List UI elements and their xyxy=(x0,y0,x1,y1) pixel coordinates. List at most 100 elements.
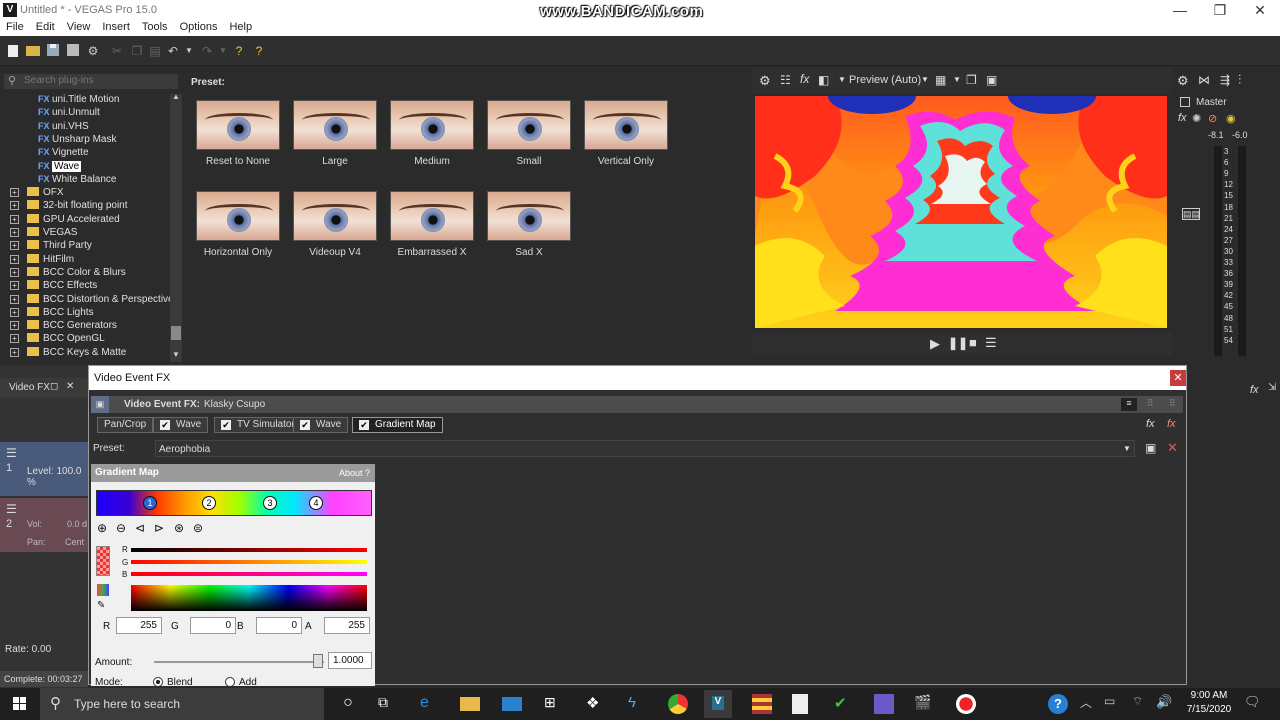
lightning-app-icon[interactable]: ϟ xyxy=(628,694,648,714)
plugin-folder-item[interactable]: + HitFilm xyxy=(10,253,74,267)
preset-label[interactable]: Reset to None xyxy=(188,156,288,167)
master-fader-handle[interactable]: ▤▤ xyxy=(1182,208,1200,220)
menu-tools[interactable]: Tools xyxy=(136,20,174,33)
wifi-icon[interactable]: ⌔ xyxy=(1132,694,1152,714)
master-select-checkbox[interactable] xyxy=(1180,97,1190,107)
expand-icon[interactable]: + xyxy=(10,241,19,251)
track2-menu-icon[interactable]: ☰ xyxy=(6,502,17,516)
preset-thumbnail[interactable] xyxy=(196,191,280,241)
video-editor-icon[interactable]: 🎬 xyxy=(914,694,934,714)
expand-icon[interactable]: + xyxy=(10,294,19,304)
expand-icon[interactable]: + xyxy=(10,334,19,344)
preset-thumbnail[interactable] xyxy=(390,191,474,241)
tile-view-icon[interactable]: ⠿ xyxy=(1169,398,1176,409)
chain-view-icon[interactable]: ≡ xyxy=(1121,398,1137,411)
remove-fx-icon[interactable]: fx xyxy=(1167,418,1176,430)
save-icon[interactable] xyxy=(46,44,60,58)
timeline-fx-icon[interactable]: fx xyxy=(1250,384,1259,396)
cut-icon[interactable]: ✂ xyxy=(110,44,124,58)
remove-stop-icon[interactable]: ⊖ xyxy=(116,521,126,535)
mail-icon[interactable] xyxy=(502,697,522,711)
preset-thumbnail[interactable] xyxy=(390,100,474,150)
gradient-stop-marker[interactable]: 2 xyxy=(202,496,216,510)
mixer-sliders-icon[interactable]: ⫶ xyxy=(1238,72,1241,88)
master-solo-icon[interactable]: ◉ xyxy=(1226,112,1236,125)
close-window-button[interactable]: ✕ xyxy=(1240,1,1280,19)
plugin-fx-item[interactable]: FX White Balance xyxy=(38,174,116,187)
plugin-fx-item[interactable]: FX uni.Title Motion xyxy=(38,94,119,107)
expand-icon[interactable]: + xyxy=(10,214,19,224)
downmix-icon[interactable]: ⇶ xyxy=(1220,73,1230,87)
master-automation-icon[interactable]: ✺ xyxy=(1192,112,1201,125)
winrar-icon[interactable] xyxy=(752,694,772,714)
cortana-icon[interactable]: ○ xyxy=(338,694,358,714)
rgba-value-field[interactable]: 0 xyxy=(190,617,236,634)
clock-time[interactable]: 9:00 AM xyxy=(1186,690,1232,701)
expand-icon[interactable]: + xyxy=(10,321,19,331)
move-stop-right-icon[interactable]: ⊳ xyxy=(154,521,164,535)
preview-quality-dropdown[interactable]: Preview (Auto) xyxy=(849,74,921,86)
redo-icon[interactable]: ↷ xyxy=(200,44,214,58)
chrome-icon[interactable] xyxy=(668,694,688,714)
expand-icon[interactable]: + xyxy=(10,228,19,237)
color-picker-icon[interactable] xyxy=(97,584,109,596)
rgba-value-field[interactable]: 255 xyxy=(324,617,370,634)
undo-icon[interactable]: ↶ xyxy=(166,44,180,58)
copy-snapshot-icon[interactable]: ❐ xyxy=(966,73,977,87)
plugin-fx-item[interactable]: FX Unsharp Mask xyxy=(38,134,116,147)
fx-chain-button[interactable]: Pan/Crop xyxy=(97,417,154,433)
master-fx-icon[interactable]: fx xyxy=(1178,112,1187,124)
reverse-stops-icon[interactable]: ⊜ xyxy=(193,521,203,535)
preview-properties-icon[interactable]: ☷ xyxy=(780,73,791,87)
start-button[interactable] xyxy=(0,688,40,720)
about-link[interactable]: About xyxy=(339,468,363,478)
menu-insert[interactable]: Insert xyxy=(96,20,136,33)
redo-dropdown-icon[interactable]: ▼ xyxy=(216,44,230,58)
bandicam-record-icon[interactable] xyxy=(956,694,976,714)
preset-label[interactable]: Embarrassed X xyxy=(382,247,482,258)
menu-lines-icon[interactable]: ☰ xyxy=(985,335,997,351)
plugin-fx-item[interactable]: FX Wave xyxy=(38,160,82,174)
gradient-stop-marker[interactable]: 4 xyxy=(309,496,323,510)
plugin-folder-item[interactable]: + BCC Effects xyxy=(10,280,97,293)
preset-thumbnail[interactable] xyxy=(293,191,377,241)
rgba-value-field[interactable]: 0 xyxy=(256,617,302,634)
undo-dropdown-icon[interactable]: ▼ xyxy=(182,44,196,58)
selected-stop-color-swatch[interactable] xyxy=(96,546,110,576)
expand-icon[interactable]: + xyxy=(10,188,19,198)
preset-thumbnail[interactable] xyxy=(584,100,668,150)
volume-icon[interactable]: 🔊 xyxy=(1156,694,1176,714)
plugin-tree-scrollbar[interactable]: ▲ ▼ xyxy=(170,92,182,362)
expand-icon[interactable]: + xyxy=(10,254,19,264)
blue-channel-slider[interactable] xyxy=(131,572,367,576)
gradient-stop-marker[interactable]: 3 xyxy=(263,496,277,510)
expand-icon[interactable]: + xyxy=(10,267,19,277)
add-stop-icon[interactable]: ⊕ xyxy=(97,521,107,535)
play-icon[interactable]: ▶ xyxy=(930,336,940,352)
amount-slider-track[interactable] xyxy=(154,661,324,663)
split-dropdown-icon[interactable]: ▼ xyxy=(838,75,846,84)
preset-thumbnail[interactable] xyxy=(487,191,571,241)
overlays-dropdown-icon[interactable]: ▼ xyxy=(953,75,961,84)
menu-edit[interactable]: Edit xyxy=(30,20,61,33)
render-as-icon[interactable] xyxy=(66,44,80,58)
plugin-folder-item[interactable]: + BCC OpenGL xyxy=(10,333,105,346)
preset-thumbnail[interactable] xyxy=(196,100,280,150)
edge-icon[interactable]: e xyxy=(420,694,440,714)
preset-label[interactable]: Small xyxy=(479,156,579,167)
plugin-search-box[interactable]: ⚲ Search plug-ins xyxy=(4,74,178,89)
gradient-bar[interactable] xyxy=(96,490,372,516)
mixer-view-icon[interactable]: ⋈ xyxy=(1198,73,1210,87)
maximize-button[interactable]: ❐ xyxy=(1200,1,1240,19)
preset-label[interactable]: Horizontal Only xyxy=(188,247,288,258)
plugin-folder-item[interactable]: + BCC Keys & Matte xyxy=(10,346,126,360)
open-folder-icon[interactable] xyxy=(26,44,40,58)
expand-icon[interactable]: + xyxy=(10,307,19,317)
video-track-header[interactable]: ☰ 1 Level: 100.0 % xyxy=(0,442,90,496)
fx-chain-button[interactable]: ✔ Wave xyxy=(293,417,349,433)
tab-close-icon[interactable]: ✕ xyxy=(66,381,74,392)
taskbar-search[interactable]: ⚲ Type here to search xyxy=(40,688,324,720)
eyedropper-icon[interactable]: ✎ xyxy=(97,600,105,611)
expand-icon[interactable]: + xyxy=(10,347,19,357)
stop-icon[interactable]: ■ xyxy=(969,335,977,350)
